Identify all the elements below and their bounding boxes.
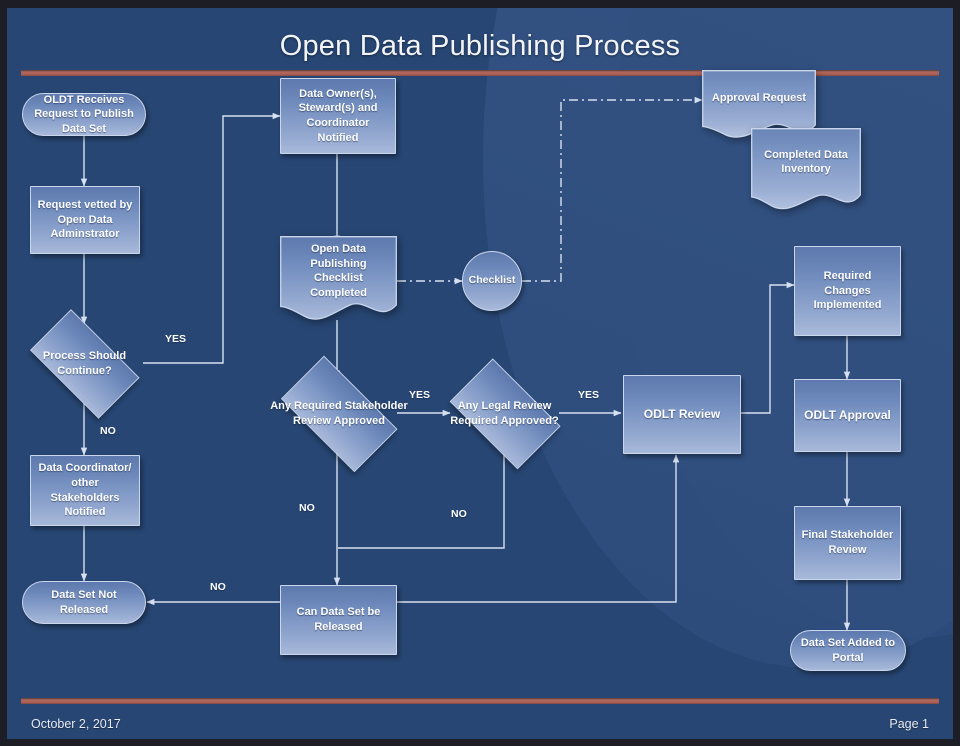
edge-label-release-no: NO <box>210 581 226 593</box>
node-label: Approval Request <box>711 92 807 105</box>
edge-label-stakeholder-no: NO <box>299 502 315 514</box>
node-label: Any Legal Review Required Approved? <box>450 400 559 427</box>
edge-legal-no <box>338 450 505 549</box>
edge-label-stakeholder-yes: YES <box>409 389 431 401</box>
slide-canvas: Open Data Publishing Process YES NO YES … <box>7 8 953 739</box>
node-label: Can Data Set be Released <box>296 606 381 633</box>
node-data-set-added-to-portal[interactable]: Data Set Added to Portal <box>790 630 906 671</box>
node-label: Data Set Added to Portal <box>800 636 896 664</box>
node-odlt-approval[interactable]: ODLT Approval <box>794 379 901 452</box>
node-oldt-receives-request[interactable]: OLDT Receives Request to Publish Data Se… <box>22 93 146 136</box>
node-completed-data-inventory[interactable]: Completed Data Inventory <box>751 128 861 210</box>
node-label: Final Stakeholder Review <box>801 529 894 556</box>
node-can-data-set-be-released[interactable]: Can Data Set be Released <box>280 585 397 655</box>
edge-label-legal-yes: YES <box>578 389 600 401</box>
node-label: Required Changes Implemented <box>813 270 882 312</box>
node-label: Data Owner(s), Steward(s) and Coordinato… <box>298 87 378 144</box>
edge-label-continue-no: NO <box>100 425 116 437</box>
edge-continue-yes <box>143 112 281 364</box>
node-label: Completed Data Inventory <box>764 148 848 176</box>
node-final-stakeholder-review[interactable]: Final Stakeholder Review <box>794 506 901 580</box>
node-any-legal-review-required-approved[interactable]: Any Legal Review Required Approved? <box>438 358 571 470</box>
node-label: Process Should Continue? <box>42 349 127 377</box>
node-checklist[interactable]: Checklist <box>462 251 522 311</box>
edge-label-continue-yes: YES <box>165 333 187 345</box>
node-label: ODLT Review <box>643 406 721 421</box>
node-label: ODLT Approval <box>804 407 891 422</box>
node-data-owners-notified[interactable]: Data Owner(s), Steward(s) and Coordinato… <box>280 78 396 154</box>
node-open-data-publishing-checklist-completed[interactable]: Open Data Publishing Checklist Completed <box>280 236 397 320</box>
footer-divider-rule <box>21 698 939 704</box>
footer-page-number: Page 1 <box>889 717 929 731</box>
slide-frame: Open Data Publishing Process YES NO YES … <box>0 0 960 746</box>
page-title: Open Data Publishing Process <box>279 30 681 62</box>
node-label: Checklist <box>468 274 516 287</box>
node-process-should-continue[interactable]: Process Should Continue? <box>17 308 152 419</box>
node-odlt-review[interactable]: ODLT Review <box>623 375 741 454</box>
node-label: Data Coordinator/ other Stakeholders Not… <box>38 462 132 519</box>
node-label: Open Data Publishing Checklist Completed <box>310 243 367 299</box>
footer-date: October 2, 2017 <box>31 717 121 731</box>
edge-label-legal-no: NO <box>451 508 467 520</box>
node-data-set-not-released[interactable]: Data Set Not Released <box>22 581 146 624</box>
node-label: Request vetted by Open Data Adminstrator <box>37 199 133 241</box>
node-required-changes-implemented[interactable]: Required Changes Implemented <box>794 246 901 336</box>
node-request-vetted[interactable]: Request vetted by Open Data Adminstrator <box>30 186 140 254</box>
node-label: Data Set Not Released <box>51 588 117 616</box>
node-label: OLDT Receives Request to Publish Data Se… <box>34 93 134 135</box>
node-label: Any Required Stakeholder Review Approved <box>270 400 408 427</box>
node-any-required-stakeholder-review-approved[interactable]: Any Required Stakeholder Review Approved <box>267 355 411 473</box>
node-data-coordinator-notified[interactable]: Data Coordinator/ other Stakeholders Not… <box>30 455 140 526</box>
